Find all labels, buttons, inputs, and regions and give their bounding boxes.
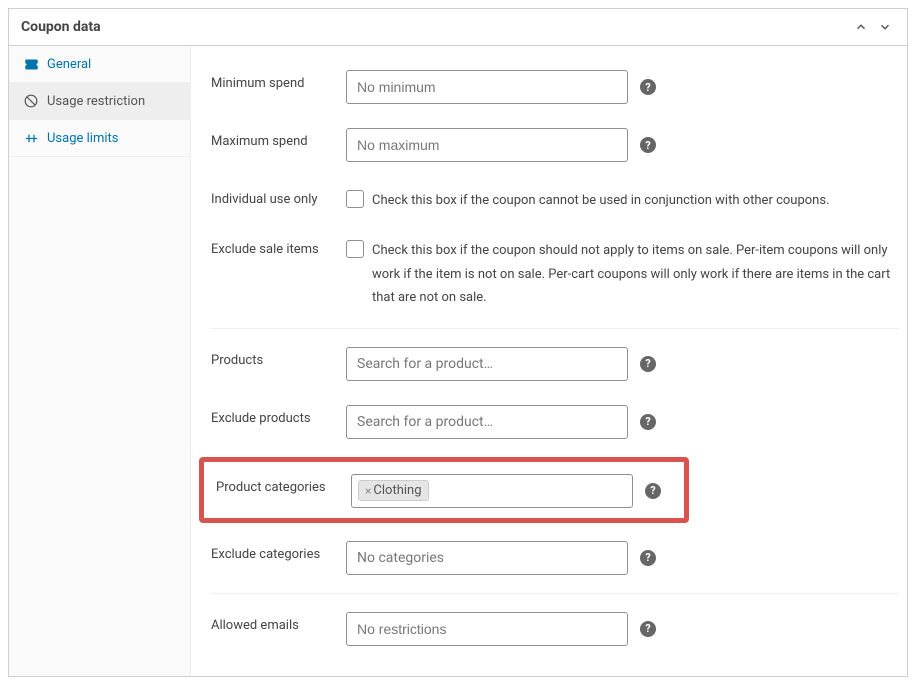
field-label: Products <box>211 347 346 368</box>
help-icon[interactable]: ? <box>640 414 656 430</box>
sidebar-item-label: Usage limits <box>47 131 118 146</box>
help-icon[interactable]: ? <box>640 79 656 95</box>
help-icon[interactable]: ? <box>640 550 656 566</box>
sidebar-item-general[interactable]: General <box>9 46 190 83</box>
sidebar-item-label: General <box>47 57 91 72</box>
exclude-categories-select[interactable]: No categories <box>346 541 628 575</box>
sidebar-item-usage-restriction[interactable]: Usage restriction <box>9 83 190 120</box>
highlighted-region: Product categories × Clothing ? <box>199 457 689 523</box>
ticket-icon <box>23 56 39 72</box>
section-divider <box>211 328 899 329</box>
field-label: Individual use only <box>211 186 346 207</box>
products-select[interactable]: Search for a product… <box>346 347 628 381</box>
maximum-spend-input[interactable] <box>346 128 628 162</box>
field-label: Maximum spend <box>211 128 346 149</box>
field-label: Minimum spend <box>211 70 346 91</box>
exclude-products-select[interactable]: Search for a product… <box>346 405 628 439</box>
field-label: Exclude sale items <box>211 236 346 257</box>
help-icon[interactable]: ? <box>640 356 656 372</box>
field-label: Exclude categories <box>211 541 346 562</box>
checkbox-description: Check this box if the coupon should not … <box>372 239 899 309</box>
help-icon[interactable]: ? <box>645 483 661 499</box>
field-label: Product categories <box>216 474 351 495</box>
sidebar-item-usage-limits[interactable]: Usage limits <box>9 120 190 157</box>
sidebar-item-label: Usage restriction <box>47 94 145 109</box>
help-icon[interactable]: ? <box>640 621 656 637</box>
panel-header: Coupon data <box>9 9 907 46</box>
sliders-icon <box>23 130 39 146</box>
field-label: Exclude products <box>211 405 346 426</box>
allowed-emails-input[interactable] <box>346 612 628 646</box>
checkbox-description: Check this box if the coupon cannot be u… <box>372 189 830 212</box>
coupon-data-panel: Coupon data General Usage restriction <box>8 8 908 677</box>
help-icon[interactable]: ? <box>640 137 656 153</box>
exclude-sale-checkbox[interactable] <box>346 240 364 258</box>
field-label: Allowed emails <box>211 612 346 633</box>
sidebar: General Usage restriction Usage limits <box>9 46 191 676</box>
panel-move-down-icon[interactable] <box>875 17 895 37</box>
panel-move-up-icon[interactable] <box>851 17 871 37</box>
individual-use-checkbox[interactable] <box>346 190 364 208</box>
block-icon <box>23 93 39 109</box>
panel-title: Coupon data <box>21 19 101 35</box>
product-categories-select[interactable]: × Clothing <box>351 474 633 508</box>
remove-tag-icon[interactable]: × <box>365 484 371 498</box>
section-divider <box>211 593 899 594</box>
minimum-spend-input[interactable] <box>346 70 628 104</box>
content-area: Minimum spend ? Maximum spend ? Individu… <box>191 46 907 676</box>
category-tag: × Clothing <box>358 480 429 501</box>
